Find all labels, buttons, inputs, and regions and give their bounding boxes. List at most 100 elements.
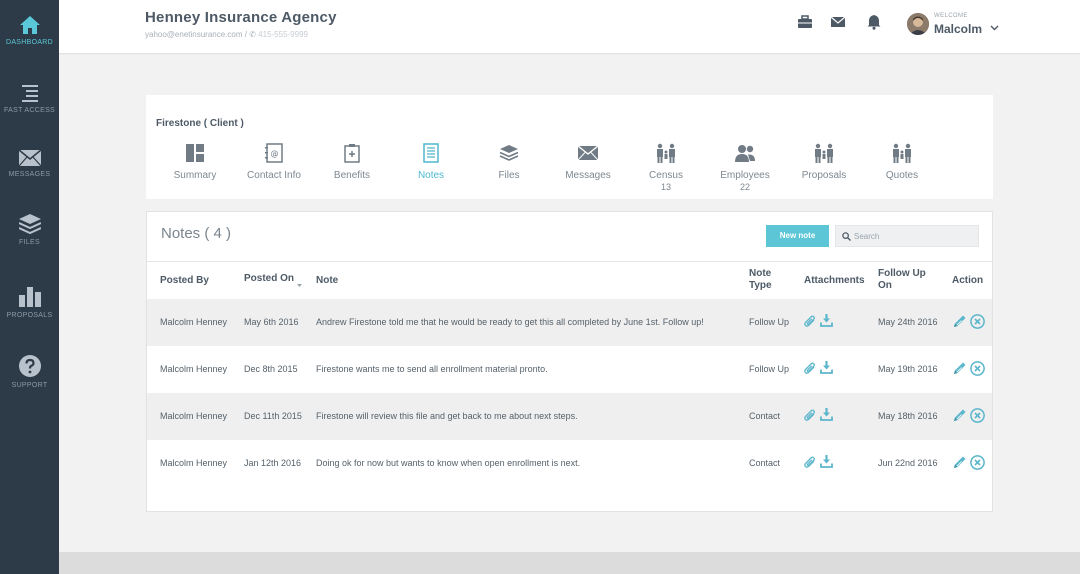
phone-icon: ✆ <box>249 30 256 39</box>
col-note-type-line2: Type <box>749 280 772 291</box>
col-note-type-line1: Note <box>749 268 772 279</box>
tab-benefits[interactable]: Benefits <box>312 143 392 181</box>
tab-files[interactable]: Files <box>469 143 549 181</box>
cell-follow-up-on: May 19th 2016 <box>878 364 938 374</box>
user-name[interactable]: Malcolm <box>934 22 982 36</box>
tab-quotes[interactable]: Quotes <box>862 143 942 181</box>
tab-label: Census <box>649 170 683 181</box>
edit-pencil-icon[interactable] <box>952 314 967 329</box>
benefits-icon <box>344 144 360 163</box>
briefcase-icon[interactable] <box>797 14 813 30</box>
nav-label: FILES <box>19 239 40 246</box>
agency-contact: yahoo@enetinsurance.com / ✆ 415-555-9999 <box>145 30 308 39</box>
cell-posted-on: Dec 8th 2015 <box>244 364 298 374</box>
cell-note: Doing ok for now but wants to know when … <box>316 458 581 468</box>
cell-posted-on: May 6th 2016 <box>244 317 299 327</box>
col-follow-up-line1: Follow Up <box>878 268 926 279</box>
new-note-button[interactable]: New note <box>766 225 829 247</box>
nav-support[interactable]: SUPPORT <box>0 355 59 389</box>
top-header: Henney Insurance Agency yahoo@enetinsura… <box>59 0 1080 54</box>
paperclip-icon[interactable] <box>804 315 816 328</box>
cell-note-type: Follow Up <box>749 317 790 327</box>
nav-fast-access[interactable]: FAST ACCESS <box>0 84 59 114</box>
files-icon <box>499 145 519 161</box>
bar-chart-icon <box>18 287 41 307</box>
edit-pencil-icon[interactable] <box>952 455 967 470</box>
col-posted-by[interactable]: Posted By <box>160 275 209 287</box>
tab-count: 13 <box>660 182 671 192</box>
col-note-type[interactable]: Note Type <box>749 268 772 292</box>
edit-pencil-icon[interactable] <box>952 408 967 423</box>
delete-x-icon[interactable] <box>970 408 985 423</box>
cell-note: Firestone wants me to send all enrollmen… <box>316 364 548 374</box>
table-row[interactable]: Malcolm Henney Dec 8th 2015 Firestone want… <box>147 346 992 393</box>
tab-label: Notes <box>417 170 445 181</box>
delete-x-icon[interactable] <box>970 314 985 329</box>
notes-card: Notes ( 4 ) New note Posted By Posted On… <box>146 211 993 512</box>
tab-census[interactable]: Census 13 <box>626 143 706 192</box>
cell-follow-up-on: May 24th 2016 <box>878 317 938 327</box>
layers-icon <box>18 214 41 234</box>
table-header: Posted By Posted On Note Note Type Attac… <box>147 261 992 300</box>
notes-icon <box>423 143 439 163</box>
cell-posted-by: Malcolm Henney <box>160 317 228 327</box>
tab-employees[interactable]: Employees 22 <box>705 143 785 192</box>
bell-icon[interactable] <box>866 14 882 30</box>
download-icon[interactable] <box>820 408 833 421</box>
edit-pencil-icon[interactable] <box>952 361 967 376</box>
paperclip-icon[interactable] <box>804 456 816 469</box>
download-icon[interactable] <box>820 455 833 468</box>
notes-title: Notes ( 4 ) <box>161 225 232 242</box>
search-input[interactable] <box>854 228 976 244</box>
svg-text:@: @ <box>271 149 279 158</box>
delete-x-icon[interactable] <box>970 455 985 470</box>
nav-proposals[interactable]: PROPOSALS <box>0 287 59 319</box>
envelope-icon <box>18 150 41 166</box>
cell-posted-by: Malcolm Henney <box>160 458 228 468</box>
sidebar: DASHBOARD FAST ACCESS MESSAGES FILES PRO… <box>0 0 59 574</box>
nav-messages[interactable]: MESSAGES <box>0 150 59 178</box>
paperclip-icon[interactable] <box>804 362 816 375</box>
table-row[interactable]: Malcolm Henney Dec 11th 2015 Firestone wil… <box>147 393 992 440</box>
nav-dashboard[interactable]: DASHBOARD <box>0 16 59 46</box>
cell-note-type: Contact <box>749 458 781 468</box>
search-box[interactable] <box>835 225 979 247</box>
tab-proposals[interactable]: Proposals <box>784 143 864 181</box>
delete-x-icon[interactable] <box>970 361 985 376</box>
col-posted-on[interactable]: Posted On <box>244 273 294 285</box>
nav-label: MESSAGES <box>8 171 51 178</box>
mail-icon[interactable] <box>830 14 846 30</box>
quotes-icon <box>893 143 911 163</box>
nav-files[interactable]: FILES <box>0 214 59 246</box>
footer-band <box>59 552 1080 574</box>
tab-label: Benefits <box>333 170 371 181</box>
avatar[interactable] <box>907 13 929 35</box>
agency-phone[interactable]: 415-555-9999 <box>258 30 308 39</box>
agency-email[interactable]: yahoo@enetinsurance.com <box>145 30 243 39</box>
table-row[interactable]: Malcolm Henney May 6th 2016 Andrew Firesto… <box>147 299 992 346</box>
download-icon[interactable] <box>820 314 833 327</box>
tab-summary[interactable]: Summary <box>155 143 235 181</box>
col-attachments[interactable]: Attachments <box>804 275 865 287</box>
agency-name: Henney Insurance Agency <box>145 9 337 26</box>
cell-note-type: Follow Up <box>749 364 790 374</box>
welcome-label: WELCOME <box>934 13 968 19</box>
messages-icon <box>578 145 598 161</box>
col-note[interactable]: Note <box>316 275 338 287</box>
cell-note-type: Contact <box>749 411 781 421</box>
avatar-image <box>907 13 929 35</box>
proposals-icon <box>815 143 833 163</box>
download-icon[interactable] <box>820 361 833 374</box>
tab-messages[interactable]: Messages <box>548 143 628 181</box>
tab-notes[interactable]: Notes <box>391 143 471 181</box>
cell-note: Andrew Firestone told me that he would b… <box>316 317 704 327</box>
chevron-down-icon[interactable] <box>990 25 999 31</box>
tab-contact-info[interactable]: @ Contact Info <box>234 143 314 181</box>
paperclip-icon[interactable] <box>804 409 816 422</box>
table-row[interactable]: Malcolm Henney Jan 12th 2016 Doing ok for … <box>147 440 992 487</box>
col-follow-up-on[interactable]: Follow Up On <box>878 268 926 292</box>
sort-down-icon[interactable] <box>297 284 302 287</box>
col-action: Action <box>952 275 984 286</box>
tab-label: Files <box>498 170 520 181</box>
cell-follow-up-on: Jun 22nd 2016 <box>878 458 938 468</box>
